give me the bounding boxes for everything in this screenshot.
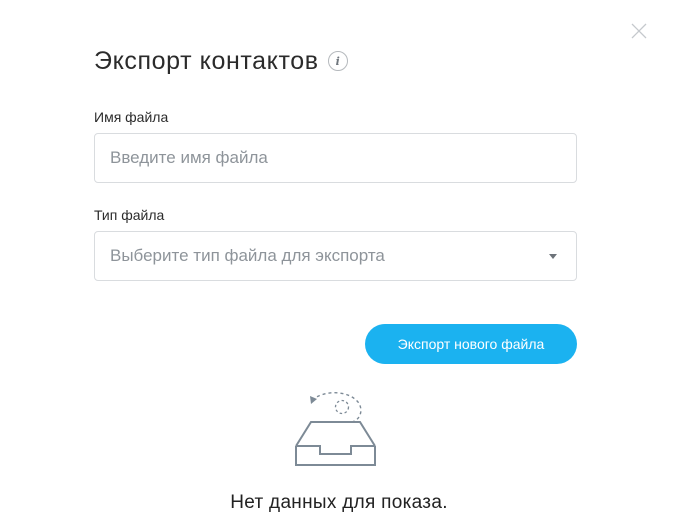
empty-inbox-icon <box>295 392 376 466</box>
file-name-input[interactable] <box>95 134 576 182</box>
export-new-file-button[interactable]: Экспорт нового файла <box>365 324 577 364</box>
file-type-label: Тип файла <box>94 207 165 223</box>
close-button[interactable] <box>628 20 650 42</box>
dialog-title: Экспорт контактов <box>94 46 319 75</box>
close-icon <box>631 23 647 39</box>
chevron-down-icon <box>549 253 557 259</box>
empty-state-message: Нет данных для показа. <box>230 492 448 513</box>
file-name-label: Имя файла <box>94 109 169 125</box>
export-contacts-dialog: Экспорт контактов i Имя файла Тип файла … <box>0 0 678 522</box>
file-type-select[interactable]: Выберите тип файла для экспорта <box>94 231 577 281</box>
info-icon[interactable]: i <box>327 51 348 71</box>
file-type-placeholder: Выберите тип файла для экспорта <box>110 246 385 265</box>
dialog-header: Экспорт контактов i <box>94 44 348 78</box>
file-name-field-wrapper <box>94 133 577 183</box>
